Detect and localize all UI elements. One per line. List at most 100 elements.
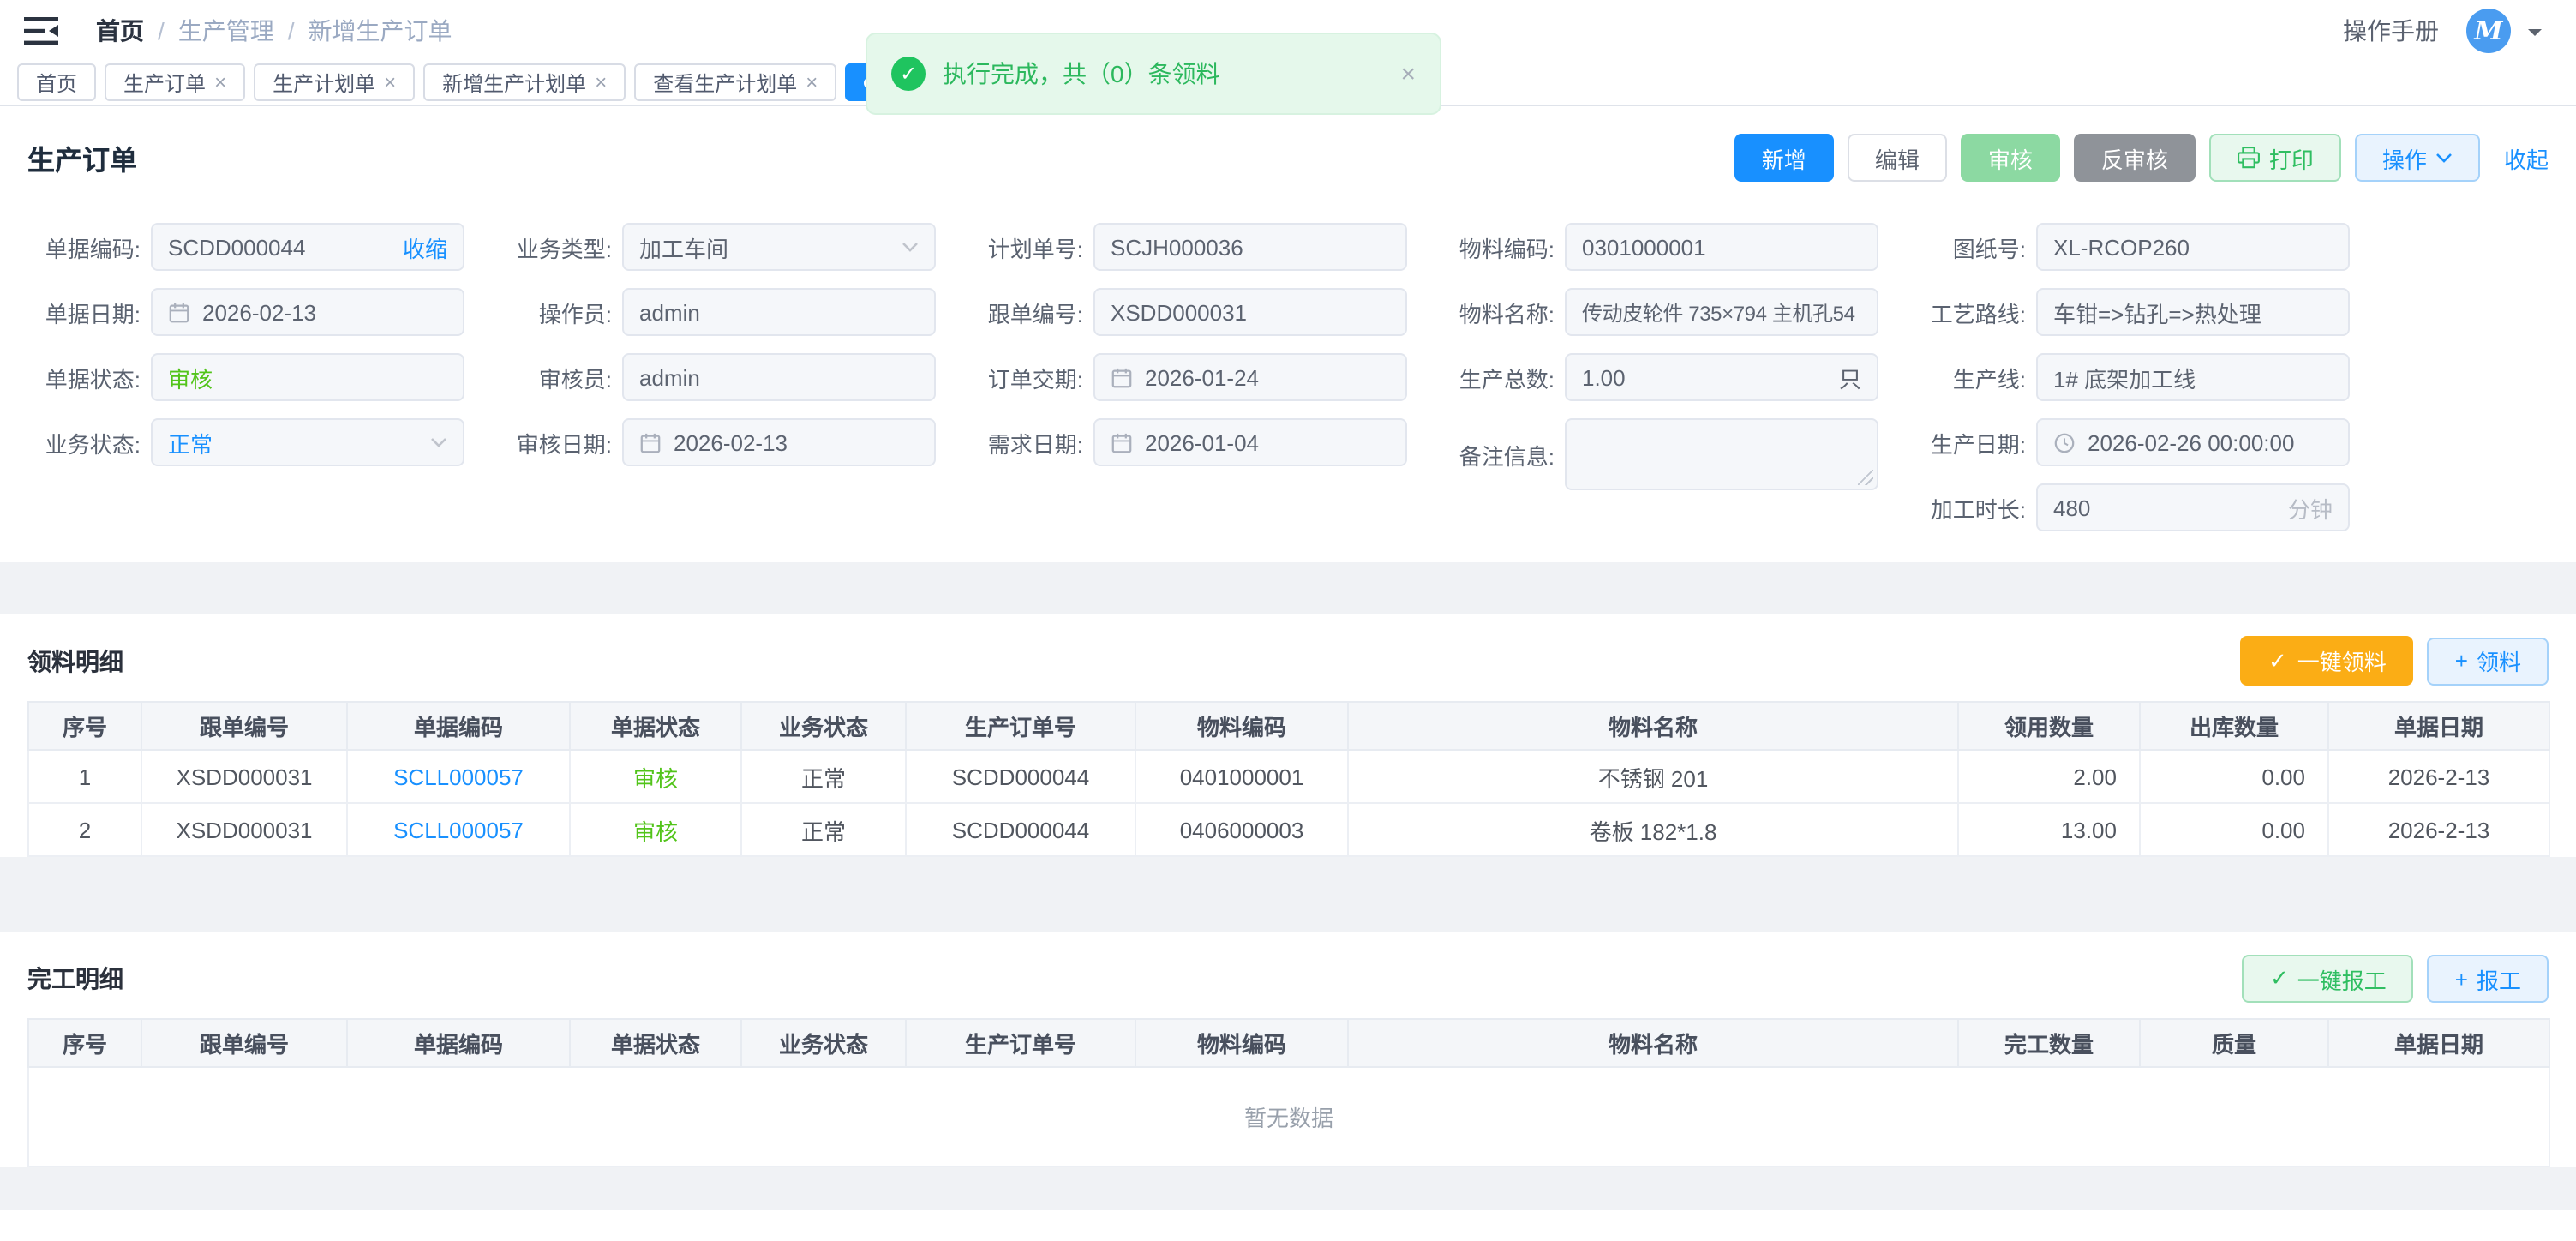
field-doc-date: 单据日期: 2026-02-13 xyxy=(27,288,464,336)
collapse-panel-link[interactable]: 收起 xyxy=(2504,141,2549,174)
actions-dropdown-button[interactable]: 操作 xyxy=(2355,134,2480,182)
field-doc-code: 单据编码: SCDD000044 收缩 xyxy=(27,223,464,271)
actions-label: 操作 xyxy=(2382,141,2427,174)
quick-report-button[interactable]: ✓ 一键报工 xyxy=(2243,955,2414,1003)
check-icon: ✓ xyxy=(2268,647,2287,674)
field-line: 生产线: 1# 底架加工线 xyxy=(1913,353,2350,401)
add-report-button[interactable]: + 报工 xyxy=(2428,955,2549,1003)
doc-date-value: 2026-02-13 xyxy=(202,299,447,325)
col-doc-code: 单据编码 xyxy=(347,1019,570,1067)
field-label: 计划单号: xyxy=(970,231,1083,263)
total-qty-input[interactable]: 1.00 只 xyxy=(1565,353,1878,401)
audit-date-input[interactable]: 2026-02-13 xyxy=(622,418,936,466)
col-biz-status: 业务状态 xyxy=(741,1019,906,1067)
field-label: 生产总数: xyxy=(1441,361,1555,393)
demand-date-input[interactable]: 2026-01-04 xyxy=(1093,418,1407,466)
field-drawing-no: 图纸号: XL-RCOP260 xyxy=(1913,223,2350,271)
plan-no-value: SCJH000036 xyxy=(1111,234,1390,260)
user-avatar[interactable]: M xyxy=(2466,9,2511,53)
table-row[interactable]: 1 XSDD000031 SCLL000057 审核 正常 SCDD000044… xyxy=(28,750,2549,803)
total-qty-value: 1.00 xyxy=(1582,364,1829,390)
breadcrumb-current-page: 新增生产订单 xyxy=(309,14,452,48)
cell-doc-status: 审核 xyxy=(570,803,741,856)
prod-date-input[interactable]: 2026-02-26 00:00:00 xyxy=(2036,418,2350,466)
add-requisition-button[interactable]: + 领料 xyxy=(2428,637,2549,685)
order-due-input[interactable]: 2026-01-24 xyxy=(1093,353,1407,401)
user-menu-caret-icon[interactable] xyxy=(2528,28,2542,42)
section-gap xyxy=(0,881,2576,932)
select-caret-icon xyxy=(430,437,447,447)
table-row[interactable]: 2 XSDD000031 SCLL000057 审核 正常 SCDD000044… xyxy=(28,803,2549,856)
shrink-link[interactable]: 收缩 xyxy=(403,231,447,263)
col-outbound-qty: 出库数量 xyxy=(2140,702,2328,750)
tab-new-production-plan[interactable]: 新增生产计划单 × xyxy=(423,63,626,101)
col-doc-status: 单据状态 xyxy=(570,702,741,750)
auditor-value: admin xyxy=(639,364,919,390)
breadcrumb-home[interactable]: 首页 xyxy=(96,14,144,48)
order-form: 单据编码: SCDD000044 收缩 单据日期: 2026-02-13 xyxy=(0,195,2576,542)
quick-requisition-button[interactable]: ✓ 一键领料 xyxy=(2241,636,2414,686)
duration-input[interactable]: 480 分钟 xyxy=(2036,483,2350,531)
calendar-icon xyxy=(1111,366,1133,388)
tab-view-production-plan[interactable]: 查看生产计划单 × xyxy=(634,63,836,101)
col-doc-code: 单据编码 xyxy=(347,702,570,750)
col-material-name: 物料名称 xyxy=(1348,702,1958,750)
prod-date-value: 2026-02-26 00:00:00 xyxy=(2088,429,2333,455)
field-label: 工艺路线: xyxy=(1913,296,2026,328)
material-name-input[interactable]: 传动皮轮件 735×794 主机孔54 xyxy=(1565,288,1878,336)
plan-no-input[interactable]: SCJH000036 xyxy=(1093,223,1407,271)
biz-type-value: 加工车间 xyxy=(639,231,891,263)
material-code-input[interactable]: 0301000001 xyxy=(1565,223,1878,271)
print-button[interactable]: 打印 xyxy=(2209,134,2341,182)
line-input[interactable]: 1# 底架加工线 xyxy=(2036,353,2350,401)
breadcrumb-separator: / xyxy=(288,17,295,45)
doc-code-input[interactable]: SCDD000044 收缩 xyxy=(151,223,464,271)
biz-type-select[interactable]: 加工车间 xyxy=(622,223,936,271)
cell-doc-code-link[interactable]: SCLL000057 xyxy=(347,750,570,803)
drawing-no-input[interactable]: XL-RCOP260 xyxy=(2036,223,2350,271)
doc-date-input[interactable]: 2026-02-13 xyxy=(151,288,464,336)
add-report-label: 报工 xyxy=(2477,962,2521,995)
breadcrumb-production-management[interactable]: 生产管理 xyxy=(178,14,274,48)
menu-fold-icon[interactable] xyxy=(24,17,58,45)
route-value: 车钳=>钻孔=>热处理 xyxy=(2053,296,2333,328)
empty-placeholder: 暂无数据 xyxy=(28,1067,2549,1166)
tab-label: 生产订单 xyxy=(123,68,206,97)
tab-close-icon[interactable]: × xyxy=(595,72,607,93)
operator-input[interactable]: admin xyxy=(622,288,936,336)
col-material-name: 物料名称 xyxy=(1348,1019,1958,1067)
doc-status-input: 审核 xyxy=(151,353,464,401)
route-input[interactable]: 车钳=>钻孔=>热处理 xyxy=(2036,288,2350,336)
toast-close-icon[interactable]: × xyxy=(1400,59,1416,88)
cell-doc-code-link[interactable]: SCLL000057 xyxy=(347,803,570,856)
remark-textarea[interactable] xyxy=(1565,418,1878,490)
tab-production-order[interactable]: 生产订单 × xyxy=(105,63,245,101)
col-prod-order-no: 生产订单号 xyxy=(906,1019,1135,1067)
manual-link[interactable]: 操作手册 xyxy=(2343,14,2439,48)
cell-follow-no: XSDD000031 xyxy=(141,803,347,856)
tab-production-plan[interactable]: 生产计划单 × xyxy=(254,63,415,101)
calendar-icon xyxy=(1111,431,1133,453)
col-follow-no: 跟单编号 xyxy=(141,1019,347,1067)
field-operator: 操作员: admin xyxy=(499,288,936,336)
follow-no-input[interactable]: XSDD000031 xyxy=(1093,288,1407,336)
biz-status-select[interactable]: 正常 xyxy=(151,418,464,466)
field-label: 单据编码: xyxy=(27,231,141,263)
biz-status-value: 正常 xyxy=(168,426,420,459)
unaudit-button[interactable]: 反审核 xyxy=(2074,134,2196,182)
tab-home[interactable]: 首页 xyxy=(17,63,96,101)
auditor-input[interactable]: admin xyxy=(622,353,936,401)
follow-no-value: XSDD000031 xyxy=(1111,299,1390,325)
breadcrumb-separator: / xyxy=(158,17,165,45)
tab-close-icon[interactable]: × xyxy=(214,72,226,93)
tab-close-icon[interactable]: × xyxy=(806,72,818,93)
resize-handle-icon[interactable] xyxy=(1858,470,1873,485)
tab-close-icon[interactable]: × xyxy=(384,72,396,93)
field-label: 订单交期: xyxy=(970,361,1083,393)
cell-seq: 2 xyxy=(28,803,141,856)
field-total-qty: 生产总数: 1.00 只 xyxy=(1441,353,1878,401)
add-button[interactable]: 新增 xyxy=(1734,134,1834,182)
edit-button[interactable]: 编辑 xyxy=(1848,134,1947,182)
plus-icon: + xyxy=(2455,966,2468,992)
col-seq: 序号 xyxy=(28,702,141,750)
